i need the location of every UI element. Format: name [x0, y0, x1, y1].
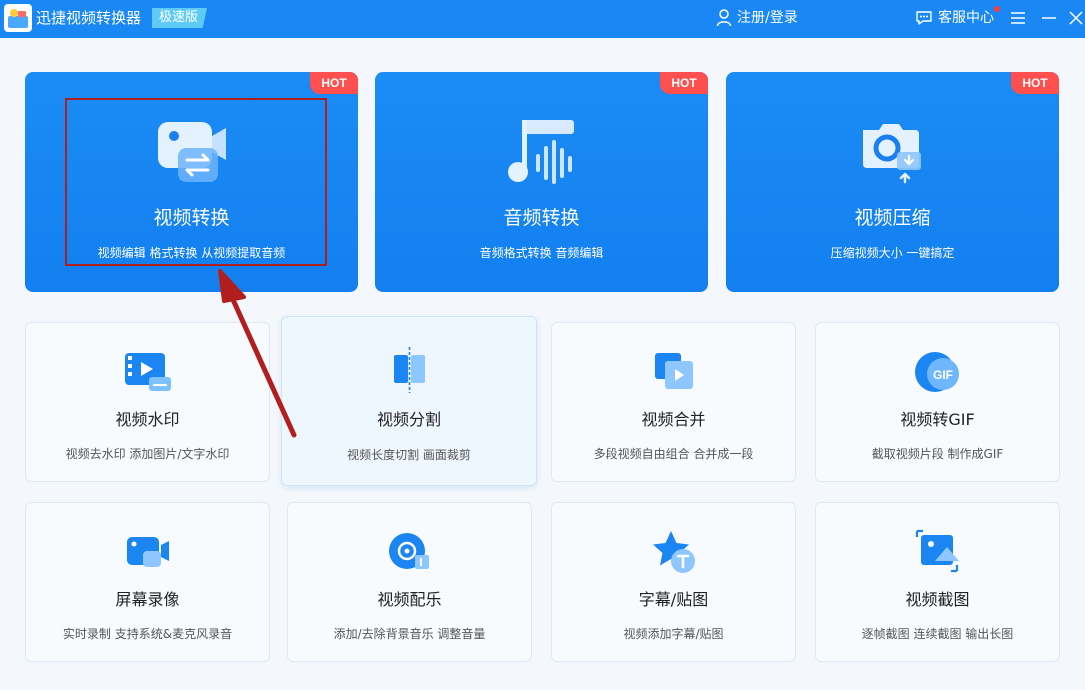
card-subtitle: 多段视频自由组合 合并成一段 — [593, 447, 754, 461]
card-subtitle: 截取视频片段 制作成GIF — [871, 447, 1004, 461]
video-screenshot-card[interactable]: 视频截图 逐帧截图 连续截图 输出长图 — [815, 502, 1060, 662]
audio-convert-card[interactable]: HOT 音频转换 音频格式转换 音频编辑 — [375, 72, 708, 292]
audio-convert-icon — [507, 120, 574, 184]
card-subtitle: 视频添加字幕/贴图 — [623, 627, 724, 641]
video-convert-icon — [157, 122, 226, 182]
screen-record-icon — [126, 537, 169, 567]
close-icon[interactable] — [1068, 9, 1084, 27]
card-title: 屏幕录像 — [115, 590, 180, 609]
watermark-icon — [124, 353, 171, 391]
subtitle-sticker-icon — [652, 531, 695, 573]
screenshot-icon — [915, 529, 959, 573]
hot-badge: HOT — [1011, 72, 1059, 94]
card-title: 视频截图 — [905, 590, 970, 609]
card-title: 视频合并 — [641, 410, 706, 429]
video-convert-card[interactable]: HOT 视频转换 视频编辑 格式转换 从视频提取音频 — [25, 72, 358, 292]
merge-icon — [654, 353, 693, 389]
card-subtitle: 视频编辑 格式转换 从视频提取音频 — [97, 246, 286, 260]
card-subtitle: 视频长度切割 画面裁剪 — [347, 448, 471, 462]
video-merge-card[interactable]: 视频合并 多段视频自由组合 合并成一段 — [551, 322, 796, 482]
card-title: 视频转换 — [153, 207, 230, 229]
gif-icon-text: GIF — [933, 368, 953, 382]
minimize-icon[interactable] — [1041, 9, 1057, 27]
card-subtitle: 压缩视频大小 一键搞定 — [830, 246, 955, 260]
card-title: 视频转GIF — [900, 410, 975, 429]
hot-badge: HOT — [310, 72, 358, 94]
music-icon — [388, 533, 429, 569]
support-label: 客服中心 — [938, 10, 994, 26]
edition-badge: 极速版 — [152, 8, 208, 28]
screen-record-card[interactable]: 屏幕录像 实时录制 支持系统&麦克风录音 — [25, 502, 270, 662]
notification-dot — [994, 6, 1000, 12]
card-title: 视频水印 — [115, 410, 180, 429]
login-button[interactable]: 注册/登录 — [716, 8, 798, 28]
video-watermark-card[interactable]: 视频水印 视频去水印 添加图片/文字水印 — [25, 322, 270, 482]
menu-icon[interactable] — [1010, 9, 1026, 27]
app-logo-icon — [4, 4, 32, 32]
card-title: 视频压缩 — [854, 207, 931, 229]
card-title: 视频分割 — [376, 410, 441, 429]
video-compress-icon — [862, 124, 921, 184]
video-to-gif-card[interactable]: GIF 视频转GIF 截取视频片段 制作成GIF — [815, 322, 1060, 482]
app-title: 迅捷视频转换器 — [36, 9, 142, 27]
gif-icon: GIF — [914, 352, 959, 392]
video-compress-card[interactable]: HOT 视频压缩 压缩视频大小 一键搞定 — [726, 72, 1059, 292]
card-subtitle: 音频格式转换 音频编辑 — [479, 246, 604, 260]
video-music-card[interactable]: 视频配乐 添加/去除背景音乐 调整音量 — [287, 502, 532, 662]
hot-badge: HOT — [660, 72, 708, 94]
support-button[interactable]: 客服中心 — [915, 8, 994, 28]
card-subtitle: 逐帧截图 连续截图 输出长图 — [861, 627, 1014, 641]
card-subtitle: 添加/去除背景音乐 调整音量 — [333, 627, 486, 641]
card-title: 字幕/贴图 — [638, 590, 709, 609]
subtitle-sticker-card[interactable]: 字幕/贴图 视频添加字幕/贴图 — [551, 502, 796, 662]
split-icon — [394, 347, 425, 393]
video-split-card[interactable]: 视频分割 视频长度切割 画面裁剪 — [281, 316, 537, 486]
user-icon — [716, 9, 732, 27]
card-subtitle: 视频去水印 添加图片/文字水印 — [65, 447, 230, 461]
card-title: 音频转换 — [503, 207, 580, 229]
login-label: 注册/登录 — [737, 10, 798, 26]
card-subtitle: 实时录制 支持系统&麦克风录音 — [62, 627, 233, 641]
chat-icon — [916, 11, 932, 25]
card-title: 视频配乐 — [377, 590, 442, 609]
title-bar: 迅捷视频转换器 极速版 注册/登录 客服中心 — [0, 0, 1085, 38]
